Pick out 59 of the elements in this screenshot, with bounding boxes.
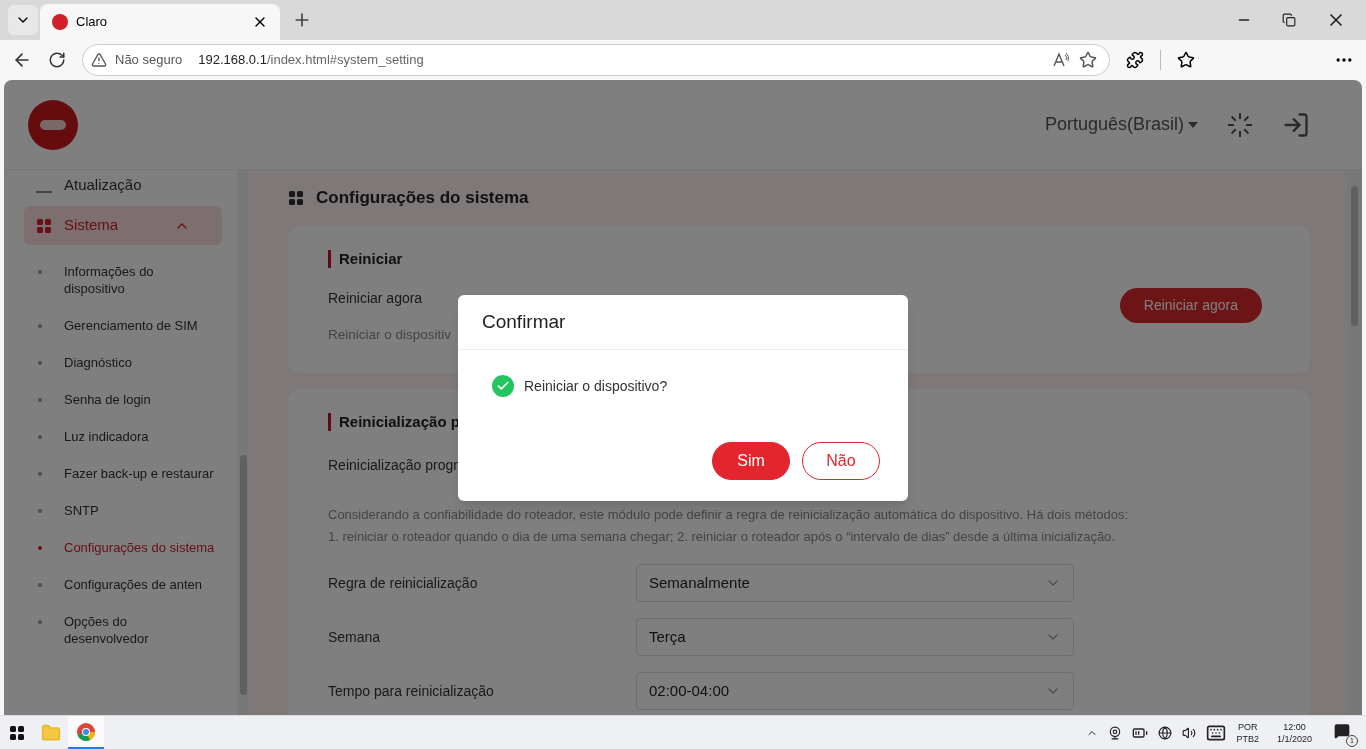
extensions-icon[interactable] <box>1126 51 1144 69</box>
volume-icon[interactable] <box>1182 725 1197 740</box>
success-icon <box>492 375 514 397</box>
field-label: Regra de reinicialização <box>328 573 479 593</box>
logout-icon[interactable] <box>1282 110 1310 139</box>
clock[interactable]: 12:00 1/1/2020 <box>1276 720 1312 745</box>
restore-icon[interactable] <box>1282 13 1296 27</box>
address-bar[interactable]: Não seguro 192.168.0.1/index.html#system_setting <box>82 44 1110 76</box>
sidebar-item[interactable]: Sistema <box>24 206 222 245</box>
security-label[interactable]: Não seguro <box>115 50 183 70</box>
dropdown-field[interactable]: Terça <box>636 618 1074 656</box>
windows-icon <box>9 724 25 741</box>
sidebar-subitem[interactable]: Senha de login <box>24 381 222 418</box>
dropdown-field[interactable]: 02:00-04:00 <box>636 672 1074 710</box>
confirm-button[interactable]: Sim <box>712 442 790 480</box>
favorite-icon[interactable] <box>1079 51 1097 69</box>
sidebar-item[interactable]: Atualização <box>24 170 222 200</box>
sidebar-subitem[interactable]: Gerenciamento de SIM <box>24 307 222 344</box>
url-text[interactable]: 192.168.0.1/index.html#system_setting <box>198 50 424 70</box>
setting-label: Reinicialização progr <box>328 456 458 475</box>
browser-tab[interactable]: Claro <box>40 4 280 40</box>
section-heading: Reiniciar <box>328 250 1262 268</box>
reload-icon[interactable] <box>48 51 66 69</box>
claro-logo-icon <box>52 14 68 30</box>
setting-label: Reiniciar agora <box>328 289 424 308</box>
favorites-icon[interactable] <box>1177 51 1195 69</box>
scrollbar[interactable] <box>1346 170 1362 715</box>
field-label: Tempo para reinicialização <box>328 681 495 701</box>
setting-description: Reiniciar o dispositiv <box>328 326 453 344</box>
sidebar-subitem[interactable]: Informações do dispositivo <box>24 253 222 307</box>
network-icon[interactable] <box>1158 725 1173 740</box>
language-dropdown[interactable]: Português(Brasil) <box>1044 111 1198 138</box>
dialog-message: Reiniciar o dispositivo? <box>524 376 668 396</box>
description-text: Considerando a confiabilidade do roteador, este módulo pode definir a regra de reinicialização automática do dispositivo. Há dois métodos: <box>328 506 1129 524</box>
description-text: 1. reiniciar o roteador quando o dia de uma semana chegar; 2. reiniciar o roteador após o “intervalo de dias” desde a última inicialização. <box>328 528 1116 546</box>
input-language[interactable]: POR PTB2 <box>1236 720 1259 745</box>
sidebar-subitem[interactable]: Opções do desenvolvedor <box>24 603 222 657</box>
page-title: Configurações do sistema <box>316 187 529 210</box>
camera-icon[interactable] <box>1108 725 1123 740</box>
sidebar-subitem[interactable]: Luz indicadora <box>24 418 222 455</box>
browser-icon <box>76 721 96 742</box>
restart-button[interactable]: Reiniciar agora <box>1119 288 1262 323</box>
grid-icon <box>288 190 304 206</box>
scrollbar[interactable] <box>238 170 248 715</box>
dropdown-field[interactable]: Semanalmente <box>636 564 1074 602</box>
sidebar-subitem[interactable]: Fazer back-up e restaurar <box>24 455 222 492</box>
taskbar-app[interactable] <box>68 716 104 749</box>
cancel-button[interactable]: Não <box>802 442 880 480</box>
dialog-title: Confirmar <box>482 309 566 334</box>
sidebar-subitem[interactable]: SNTP <box>24 492 222 529</box>
claro-logo <box>28 99 78 150</box>
warning-icon[interactable] <box>91 52 107 68</box>
tab-list-button[interactable] <box>8 5 38 35</box>
sidebar-subitem[interactable]: Diagnóstico <box>24 344 222 381</box>
sidebar-subitem[interactable]: Configurações de anten <box>24 566 222 603</box>
field-label: Semana <box>328 627 382 647</box>
loading-icon[interactable] <box>1226 110 1254 139</box>
grid-icon <box>36 217 52 234</box>
sidebar-subitem[interactable]: Configurações do sistema <box>24 529 222 566</box>
